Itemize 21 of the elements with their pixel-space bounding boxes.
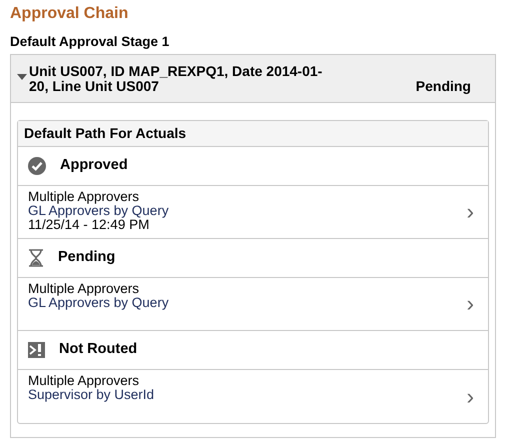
check-circle-icon bbox=[28, 157, 46, 175]
approver-text: Multiple Approvers bbox=[28, 374, 140, 388]
stage-header[interactable]: Unit US007, ID MAP_REXPQ1, Date 2014-01-20, Line Unit US007 Pending bbox=[11, 55, 495, 103]
chevron-button[interactable]: › bbox=[462, 386, 478, 406]
hourglass-icon bbox=[28, 249, 44, 267]
date-text: 11/25/14 - 12:49 PM bbox=[28, 218, 150, 232]
collapse-triangle-icon[interactable] bbox=[17, 74, 27, 80]
path-title: Default Path For Actuals bbox=[18, 121, 488, 147]
rule-text: GL Approvers by Query bbox=[28, 204, 169, 218]
step-status: Pending bbox=[58, 248, 116, 268]
page-title: Approval Chain bbox=[10, 4, 128, 24]
rule-text: Supervisor by UserId bbox=[28, 388, 154, 402]
chevron-button[interactable]: › bbox=[462, 202, 478, 222]
rule-text: GL Approvers by Query bbox=[28, 296, 169, 310]
approver-text: Multiple Approvers bbox=[28, 282, 140, 296]
approver-text: Multiple Approvers bbox=[28, 190, 140, 204]
not-routed-icon bbox=[28, 342, 45, 358]
step-status: Not Routed bbox=[59, 340, 138, 360]
chevron-button[interactable]: › bbox=[462, 294, 478, 314]
step-status: Approved bbox=[60, 156, 128, 176]
stage-label: Default Approval Stage 1 bbox=[10, 34, 170, 50]
